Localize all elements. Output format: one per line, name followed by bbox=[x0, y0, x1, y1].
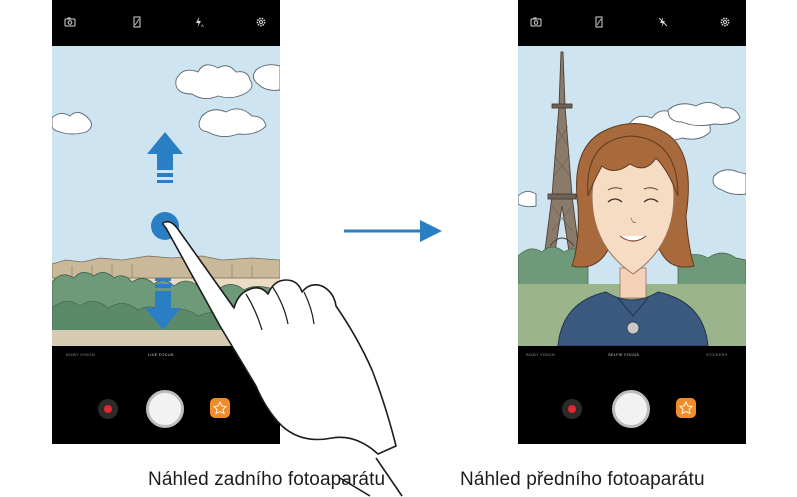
mode-bixby-vision[interactable]: BIXBY VISION bbox=[526, 352, 555, 358]
mode-stickers[interactable]: STICKERS bbox=[706, 352, 728, 358]
mode-bixby-vision[interactable]: BIXBY VISION bbox=[66, 352, 95, 358]
gear-icon[interactable] bbox=[719, 16, 731, 28]
sticker-effects-button[interactable] bbox=[676, 398, 696, 418]
aspect-ratio-icon[interactable] bbox=[131, 16, 143, 28]
flash-off-icon[interactable] bbox=[657, 16, 669, 28]
svg-text:A: A bbox=[201, 23, 204, 28]
camera-settings-quick-icon[interactable] bbox=[64, 16, 76, 28]
camera-controls bbox=[518, 368, 746, 444]
flash-auto-icon[interactable]: A bbox=[193, 16, 205, 28]
hand-gesture-illustration bbox=[162, 220, 403, 497]
aspect-ratio-icon[interactable] bbox=[593, 16, 605, 28]
camera-mode-bar: BIXBY VISION SELFIE FOCUS STICKERS bbox=[518, 346, 746, 368]
gear-icon[interactable] bbox=[255, 16, 267, 28]
rear-camera-caption: Náhled zadního fotoaparátu bbox=[148, 469, 386, 490]
camera-top-bar bbox=[518, 0, 746, 46]
record-video-button[interactable] bbox=[562, 399, 582, 419]
record-video-button[interactable] bbox=[98, 399, 118, 419]
camera-settings-quick-icon[interactable] bbox=[530, 16, 542, 28]
mode-selfie-focus[interactable]: SELFIE FOCUS bbox=[608, 352, 639, 358]
front-camera-preview-phone: BIXBY VISION SELFIE FOCUS STICKERS bbox=[518, 0, 746, 444]
camera-top-bar: A bbox=[52, 0, 280, 46]
front-camera-viewfinder[interactable] bbox=[518, 46, 746, 346]
shutter-button[interactable] bbox=[612, 390, 650, 428]
front-camera-caption: Náhled předního fotoaparátu bbox=[460, 469, 705, 490]
